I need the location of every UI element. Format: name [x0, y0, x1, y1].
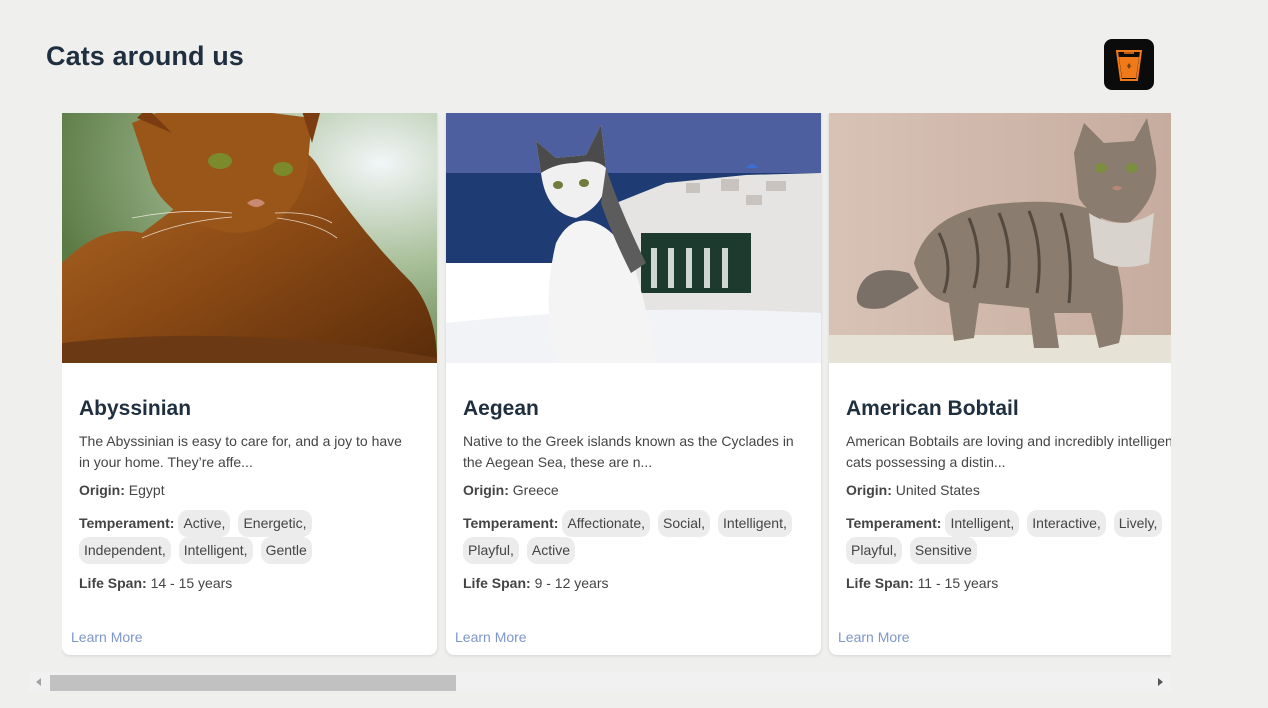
- cat-card-carousel[interactable]: Abyssinian The Abyssinian is easy to car…: [62, 113, 1171, 659]
- cat-life-span: Life Span: 14 - 15 years: [79, 575, 232, 591]
- scroll-left-arrow-icon[interactable]: [36, 678, 41, 686]
- life-span-label: Life Span:: [846, 575, 914, 591]
- life-span-label: Life Span:: [79, 575, 147, 591]
- origin-label: Origin:: [79, 482, 125, 498]
- page-title: Cats around us: [46, 41, 244, 71]
- temperament-chip: Intelligent,: [718, 509, 792, 537]
- cat-temperament: Temperament: Active, Energetic, Independ…: [79, 509, 419, 564]
- drink-cup-icon: [1115, 49, 1143, 81]
- app-logo: [1104, 39, 1154, 90]
- cat-photo-aegean: [446, 113, 821, 363]
- temperament-chip: Active: [526, 537, 576, 564]
- cat-temperament: Temperament: Affectionate, Social, Intel…: [463, 509, 803, 564]
- temperament-chip: Gentle: [260, 537, 312, 564]
- temperament-chip: Independent,: [79, 537, 171, 564]
- learn-more-link[interactable]: Learn More: [838, 629, 910, 645]
- cat-name: Aegean: [463, 397, 539, 420]
- cat-card: Aegean Native to the Greek islands known…: [446, 113, 821, 655]
- life-span-value: 9 - 12 years: [534, 575, 609, 591]
- temperament-label: Temperament:: [463, 515, 559, 531]
- cat-description: The Abyssinian is easy to care for, and …: [79, 433, 402, 470]
- temperament-chip: Playful,: [846, 537, 902, 564]
- temperament-chip: Intelligent,: [945, 509, 1020, 537]
- temperament-chip: Sensitive: [909, 537, 977, 564]
- life-span-value: 14 - 15 years: [150, 575, 233, 591]
- cat-photo-american-bobtail: [829, 113, 1171, 363]
- origin-label: Origin:: [463, 482, 509, 498]
- origin-value: Egypt: [128, 482, 165, 498]
- cat-photo-abyssinian: [62, 113, 437, 363]
- cat-description: Native to the Greek islands known as the…: [463, 433, 794, 470]
- cat-name: American Bobtail: [846, 397, 1019, 420]
- temperament-chip: Active,: [178, 509, 231, 537]
- cat-origin: Origin: United States: [846, 482, 980, 498]
- temperament-label: Temperament:: [79, 515, 175, 531]
- cat-card: Abyssinian The Abyssinian is easy to car…: [62, 113, 437, 655]
- cat-name: Abyssinian: [79, 397, 192, 420]
- origin-value: United States: [895, 482, 980, 498]
- temperament-label: Temperament:: [846, 515, 942, 531]
- cat-life-span: Life Span: 9 - 12 years: [463, 575, 609, 591]
- learn-more-link[interactable]: Learn More: [455, 629, 527, 645]
- origin-label: Origin:: [846, 482, 892, 498]
- horizontal-scrollbar[interactable]: [29, 672, 1171, 692]
- temperament-chip: Playful,: [463, 537, 519, 564]
- life-span-label: Life Span:: [463, 575, 531, 591]
- temperament-chip: Intelligent,: [178, 537, 253, 564]
- origin-value: Greece: [512, 482, 559, 498]
- cat-origin: Origin: Greece: [463, 482, 559, 498]
- cat-temperament: Temperament: Intelligent, Interactive, L…: [846, 509, 1171, 564]
- cat-description: American Bobtails are loving and incredi…: [846, 433, 1171, 470]
- temperament-chip: Interactive,: [1027, 509, 1106, 537]
- temperament-chip: Affectionate,: [562, 509, 651, 537]
- scroll-right-arrow-icon[interactable]: [1158, 678, 1163, 686]
- temperament-chip: Lively,: [1113, 509, 1163, 537]
- learn-more-link[interactable]: Learn More: [71, 629, 143, 645]
- cat-life-span: Life Span: 11 - 15 years: [846, 575, 998, 591]
- temperament-chip: Social,: [658, 509, 711, 537]
- cat-origin: Origin: Egypt: [79, 482, 165, 498]
- cat-card: American Bobtail American Bobtails are l…: [829, 113, 1171, 655]
- scrollbar-thumb[interactable]: [50, 675, 456, 691]
- life-span-value: 11 - 15 years: [917, 575, 999, 591]
- temperament-chip: Energetic,: [238, 509, 312, 537]
